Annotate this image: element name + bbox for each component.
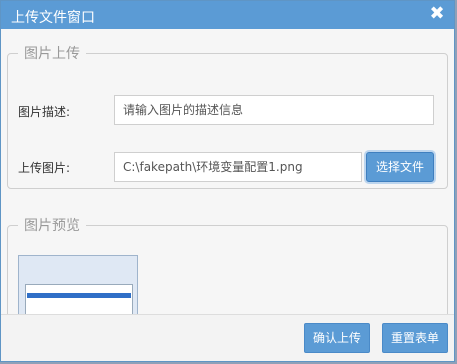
preview-legend: 图片预览 bbox=[24, 218, 80, 234]
upload-dialog: 上传文件窗口 ✖ 图片上传 图片描述: 请输入图片的描述信息 上传图片: C:\… bbox=[0, 0, 455, 362]
upload-fieldset: 图片上传 图片描述: 请输入图片的描述信息 上传图片: C:\fakepath\… bbox=[7, 43, 448, 189]
thumbnail-selected-row bbox=[27, 293, 131, 298]
choose-file-button[interactable]: 选择文件 bbox=[366, 152, 434, 182]
file-label: 上传图片: bbox=[18, 161, 71, 175]
dialog-title: 上传文件窗口 bbox=[11, 10, 95, 26]
close-icon[interactable]: ✖ bbox=[428, 5, 446, 23]
dialog-titlebar: 上传文件窗口 ✖ bbox=[1, 1, 454, 29]
upload-legend: 图片上传 bbox=[24, 46, 80, 62]
dialog-footer: 确认上传 重置表单 bbox=[1, 314, 454, 361]
reset-form-button[interactable]: 重置表单 bbox=[382, 323, 448, 353]
dialog-content: 图片上传 图片描述: 请输入图片的描述信息 上传图片: C:\fakepath\… bbox=[1, 29, 454, 361]
confirm-upload-button[interactable]: 确认上传 bbox=[304, 323, 370, 353]
file-path-field[interactable]: C:\fakepath\环境变量配置1.png bbox=[114, 152, 362, 182]
description-input[interactable]: 请输入图片的描述信息 bbox=[114, 95, 434, 125]
description-label: 图片描述: bbox=[18, 105, 71, 119]
